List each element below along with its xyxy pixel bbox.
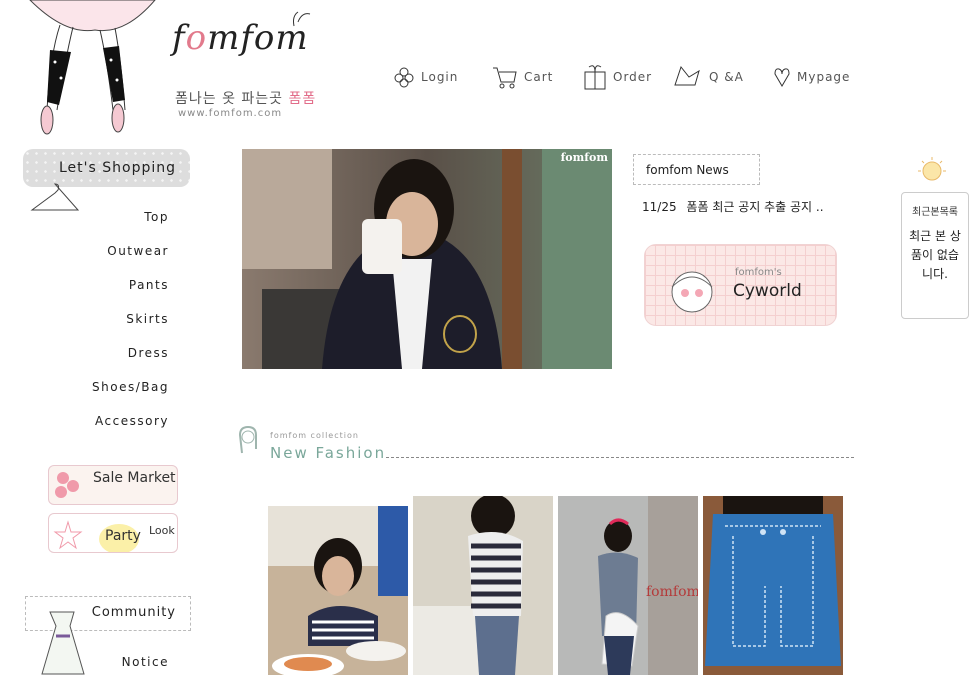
girl-face-illustration (671, 271, 713, 313)
sidebar-item-accessory[interactable]: Accessory (95, 414, 169, 428)
logo-url: www.fomfom.com (178, 108, 283, 119)
cyworld-banner[interactable]: fomfom's Cyworld (644, 244, 837, 326)
product-image-2 (413, 496, 553, 675)
dress-illustration (36, 606, 90, 680)
nav-qna-label: Q &A (709, 70, 744, 84)
news-header: fomfom News (633, 154, 760, 185)
party-look-banner[interactable]: Party Look (48, 513, 178, 553)
section-divider (386, 457, 854, 458)
main-photo-image (242, 149, 612, 369)
product-watermark: fomfom (646, 584, 698, 600)
news-item[interactable]: 11/25 폼폼 최근 공지 추출 공지 .. (642, 198, 824, 215)
sidebar-item-skirts[interactable]: Skirts (126, 312, 169, 326)
leaf-icon (674, 65, 700, 86)
recent-empty-text: 최근 본 상품이 없습니다. (909, 229, 961, 281)
new-fashion-title: New Fashion (270, 444, 387, 462)
sidebar-item-dress[interactable]: Dress (128, 346, 169, 360)
flower-icon (394, 67, 414, 88)
sidebar-item-pants[interactable]: Pants (129, 278, 169, 292)
tagline-accent: 폼폼 (288, 91, 317, 107)
tagline-text: 폼나는 옷 파는곳 (175, 91, 289, 107)
nav-login-label: Login (421, 70, 459, 84)
new-fashion-subtitle: fomfom collection (270, 431, 359, 440)
sidebar-item-outwear[interactable]: Outwear (107, 244, 169, 258)
star-icon (53, 520, 83, 550)
blossom-icon (55, 472, 79, 498)
product-thumb-3[interactable]: fomfom (558, 496, 698, 675)
sidebar-item-notice[interactable]: Notice (122, 655, 169, 669)
nav-cart-label: Cart (524, 70, 554, 84)
product-image-1 (268, 506, 408, 675)
sprout-icon (288, 8, 314, 32)
nav-cart[interactable]: Cart (492, 62, 553, 92)
header-illustration (25, 0, 165, 140)
logo-letter: f (172, 18, 186, 58)
nav-mypage-label: Mypage (797, 70, 851, 84)
look-label: Look (149, 524, 175, 537)
sidebar-item-top[interactable]: Top (144, 210, 169, 224)
product-thumb-2[interactable] (413, 496, 553, 675)
product-thumb-1[interactable] (268, 506, 408, 675)
gift-icon (584, 65, 606, 90)
nav-qna[interactable]: Q &A (673, 62, 744, 92)
photo-watermark: fomfom (560, 151, 608, 164)
paperclip-icon (234, 425, 264, 467)
product-image-4 (703, 496, 843, 675)
sale-market-label: Sale Market (93, 470, 176, 486)
recent-viewed-panel: 최근본목록 최근 본 상품이 없습니다. (901, 192, 969, 319)
heart-icon (774, 68, 790, 87)
cyworld-title: Cyworld (733, 281, 802, 301)
cart-icon (493, 67, 517, 89)
community-label: Community (91, 605, 176, 620)
news-text: 폼폼 최근 공지 추출 공지 .. (686, 200, 824, 214)
logo-tagline: 폼나는 옷 파는곳 폼폼 (175, 88, 316, 108)
hanger-icon (30, 182, 80, 218)
logo-letter-accent: o (185, 18, 208, 58)
party-label: Party (105, 528, 141, 544)
product-thumb-4[interactable] (703, 496, 843, 675)
cyworld-small: fomfom's (735, 267, 782, 278)
news-date: 11/25 (642, 200, 677, 214)
recent-title: 최근본목록 (912, 207, 958, 218)
sale-market-banner[interactable]: Sale Market (48, 465, 178, 505)
main-photo[interactable]: fomfom (242, 149, 612, 369)
news-title: fomfom News (646, 163, 729, 177)
nav-login[interactable]: Login (393, 62, 458, 92)
nav-mypage[interactable]: Mypage (773, 62, 850, 92)
sidebar-item-shoes-bag[interactable]: Shoes/Bag (92, 380, 169, 394)
nav-order-label: Order (613, 70, 653, 84)
sun-icon (916, 156, 948, 190)
nav-order[interactable]: Order (583, 62, 652, 92)
lets-shopping-label: Let's Shopping (59, 160, 176, 176)
